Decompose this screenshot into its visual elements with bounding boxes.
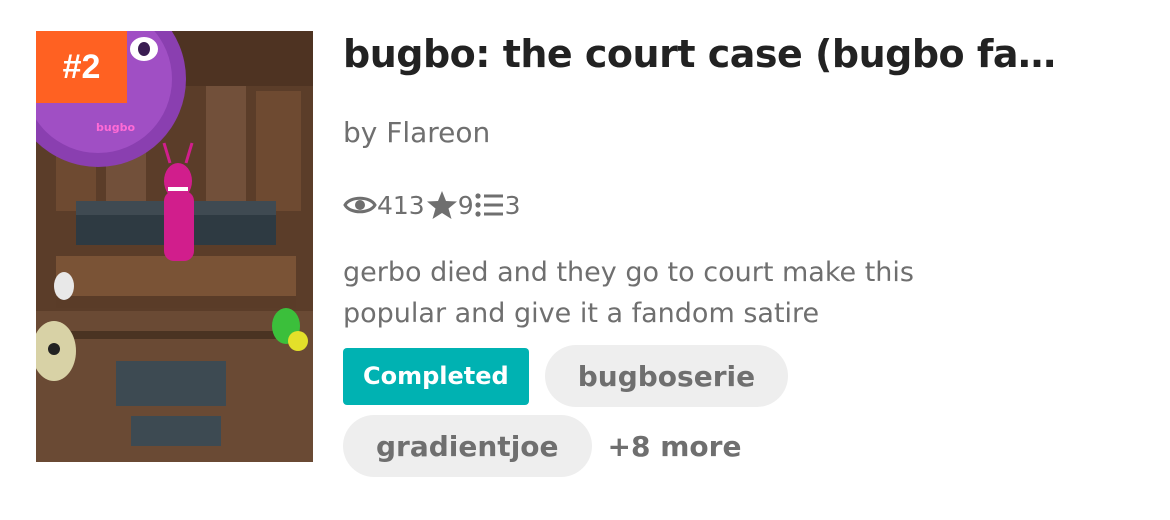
more-tags-link[interactable]: +8 more — [608, 430, 742, 463]
parts-count: 3 — [504, 190, 521, 220]
story-card[interactable]: bugbo #2 bugbo: the court case (bugbo fa… — [0, 0, 1170, 520]
tag-gradientjoe[interactable]: gradientjoe — [343, 415, 592, 477]
description-line-1: gerbo died and they go to court make thi… — [343, 257, 914, 288]
completed-badge: Completed — [343, 347, 529, 405]
list-icon — [475, 192, 505, 218]
votes-count: 9 — [457, 190, 474, 220]
story-author[interactable]: by Flareon — [343, 113, 490, 153]
story-description: gerbo died and they go to court make thi… — [343, 252, 1123, 334]
description-line-2: popular and give it a fandom satire — [343, 298, 820, 329]
tag-bugboserie[interactable]: bugboserie — [544, 345, 789, 407]
svg-text:bugbo: bugbo — [96, 121, 135, 134]
story-title[interactable]: bugbo: the court case (bugbo fa… — [343, 28, 1103, 80]
reads-count: 413 — [377, 190, 425, 220]
star-icon — [426, 190, 458, 220]
rank-badge: #2 — [36, 31, 127, 103]
tag-row-2: gradientjoe +8 more — [343, 415, 741, 477]
eye-icon — [343, 192, 377, 218]
tag-row-1: Completed bugboserie — [343, 345, 804, 407]
story-stats: 413 9 3 — [343, 186, 522, 224]
